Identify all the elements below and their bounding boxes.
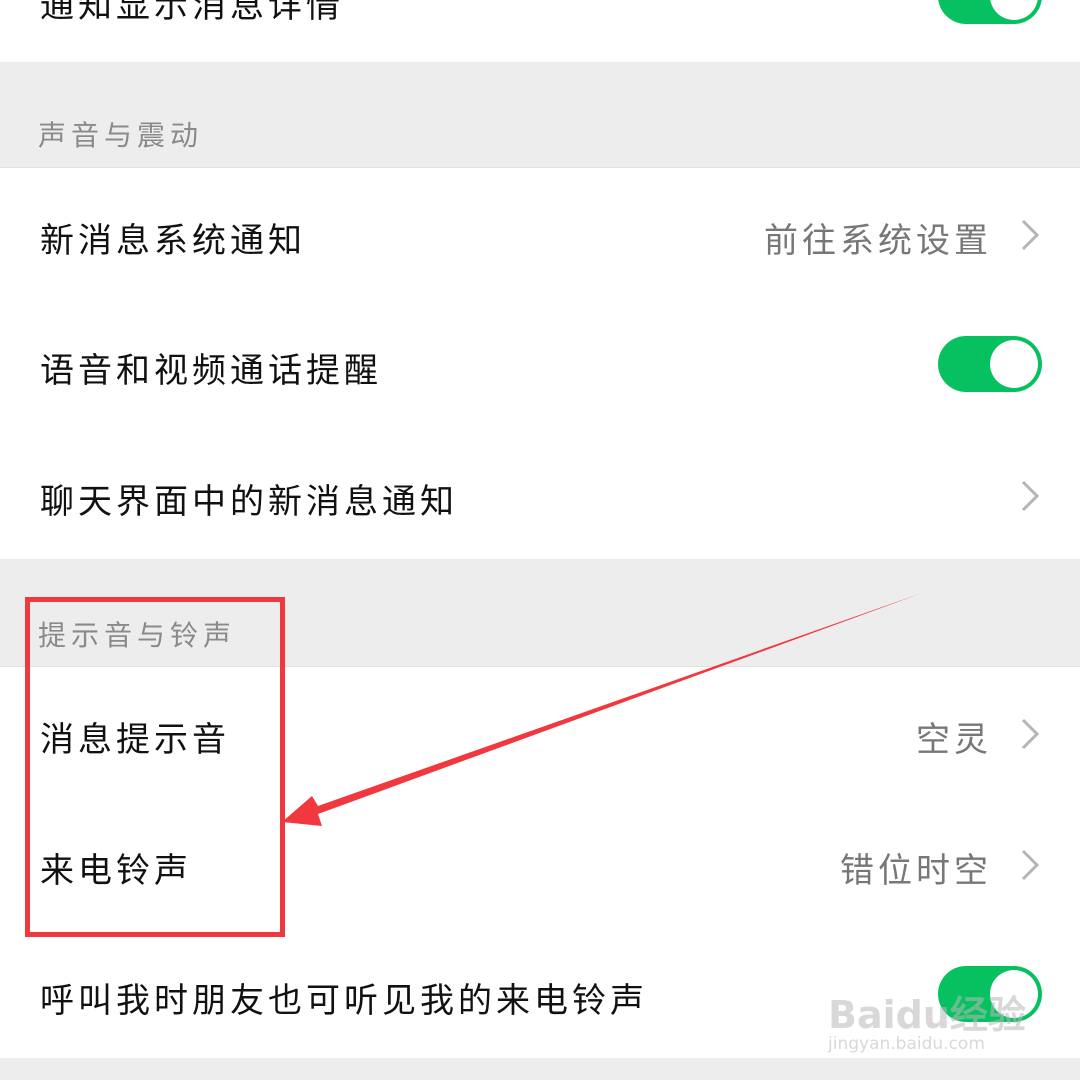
toggle-knob [990, 340, 1038, 388]
row-show-message-details: 通知显示消息详情 [0, 0, 1080, 62]
toggle-knob [990, 0, 1038, 20]
chat-notify-label[interactable]: 聊天界面中的新消息通知 [40, 474, 458, 523]
system-notify-value: 前往系统设置 [764, 221, 992, 261]
call-alert-toggle[interactable] [938, 336, 1042, 392]
row-label: 通知显示消息详情 [40, 0, 344, 26]
watermark-url: jingyan.baidu.com [828, 1034, 985, 1054]
section-divider [0, 167, 1080, 168]
baidu-watermark: Baidu经验 jingyan.baidu.com [828, 984, 1028, 1058]
system-notify-label: 新消息系统通知 [40, 221, 306, 261]
message-tone-value: 空灵 [916, 720, 992, 760]
chevron-right-icon [1021, 718, 1040, 750]
chevron-right-icon [1021, 219, 1040, 251]
section-title-sound: 声音与震动 [38, 119, 204, 152]
call-alert-label: 语音和视频通话提醒 [40, 351, 382, 391]
annotation-highlight-box [25, 597, 285, 937]
show-details-toggle[interactable] [938, 0, 1042, 24]
chevron-right-icon [1021, 849, 1040, 881]
chevron-right-icon [1021, 480, 1040, 512]
friend-hear-ringtone-label: 呼叫我时朋友也可听见我的来电铃声 [40, 981, 648, 1021]
ringtone-value: 错位时空 [840, 851, 992, 891]
watermark-brand: Baidu经验 [828, 993, 1026, 1037]
